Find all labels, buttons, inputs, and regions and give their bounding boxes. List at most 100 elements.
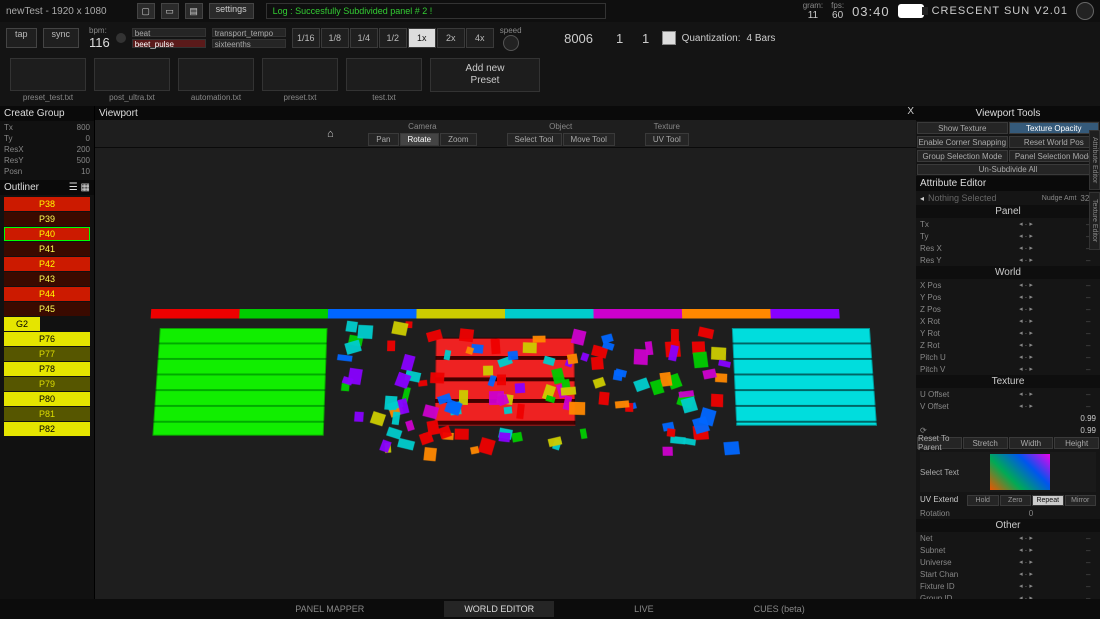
ae-attr-control[interactable]: ◂·▸ [966,534,1086,543]
outliner-item-P45[interactable]: P45 [4,302,90,316]
cg-value[interactable]: 0 [86,134,90,145]
ae-attr-control[interactable]: ◂·▸ [966,546,1086,555]
quantize-value[interactable]: 4 Bars [747,33,776,44]
preset-slot[interactable] [346,58,422,91]
outliner-item-P79[interactable]: P79 [4,377,90,391]
uv-mirror[interactable]: Mirror [1065,495,1097,506]
file-new-icon[interactable]: ▢ [137,3,155,19]
home-icon[interactable]: ⌂ [322,126,338,142]
uv-hold[interactable]: Hold [967,495,999,506]
cg-value[interactable]: 10 [81,167,90,178]
file-open-icon[interactable]: ▭ [161,3,179,19]
rate-4x[interactable]: 4x [466,28,494,48]
bottom-tab-world-editor[interactable]: WORLD EDITOR [444,601,554,617]
cg-value[interactable]: 200 [77,145,90,156]
ae-attr-control[interactable]: ◂·▸ [966,365,1086,374]
ae-attr-control[interactable]: ◂·▸ [966,558,1086,567]
ae-btn-width[interactable]: Width [1009,437,1054,449]
ae-btn-height[interactable]: Height [1054,437,1099,449]
uv-zero[interactable]: Zero [1000,495,1032,506]
ae-attr-control[interactable]: ◂·▸ [966,232,1086,241]
ae-attr-control[interactable]: ◂·▸ [966,582,1086,591]
vptool-group-selection-mode[interactable]: Group Selection Mode [917,150,1008,162]
outliner-item-P80[interactable]: P80 [4,392,90,406]
cg-value[interactable]: 800 [77,123,90,134]
ae-attr-control[interactable]: ◂·▸ [966,341,1086,350]
vp-tool-select-tool[interactable]: Select Tool [507,133,562,146]
outliner-item-P76[interactable]: P76 [4,332,90,346]
ae-attr-control[interactable]: ◂·▸ [966,329,1086,338]
beat-select[interactable]: beat beet_pulse [132,28,206,48]
rate-1/2[interactable]: 1/2 [379,28,407,48]
vptool-enable-corner-snapping[interactable]: Enable Corner Snapping [917,136,1008,148]
outliner-item-P42[interactable]: P42 [4,257,90,271]
ae-attr-control[interactable]: ◂·▸ [966,293,1086,302]
outliner-item-P38[interactable]: P38 [4,197,90,211]
vp-tool-pan[interactable]: Pan [368,133,398,146]
outliner-item-P77[interactable]: P77 [4,347,90,361]
vp-tool-uv-tool[interactable]: UV Tool [645,133,689,146]
vptool-show-texture[interactable]: Show Texture [917,122,1008,134]
unsubdivide-button[interactable]: Un-Subdivide All [917,164,1099,175]
ae-btn-reset-to-parent[interactable]: Reset To Parent [917,437,962,449]
viewport-close-icon[interactable]: X [907,106,914,117]
ae-prev-icon[interactable]: ◂ [920,194,924,203]
outliner-item-G2[interactable]: G2 [4,317,40,331]
outliner-item-P78[interactable]: P78 [4,362,90,376]
outliner-item-P82[interactable]: P82 [4,422,90,436]
texture-preview[interactable] [990,454,1050,490]
vptool-panel-selection-mode[interactable]: Panel Selection Mode [1009,150,1100,162]
outliner-opts-icon[interactable]: ☰ ▦ [69,182,90,193]
outliner-item-P44[interactable]: P44 [4,287,90,301]
rate-1/4[interactable]: 1/4 [350,28,378,48]
ae-attr-control[interactable]: ◂·▸ [966,390,1086,399]
uv-repeat[interactable]: Repeat [1032,495,1064,506]
quantize-checkbox[interactable] [662,31,676,45]
add-preset-button[interactable]: Add newPreset [430,58,540,92]
sync-button[interactable]: sync [43,28,80,48]
viewport-canvas[interactable] [95,148,916,599]
preset-slot[interactable] [94,58,170,91]
speed-dial[interactable] [503,35,519,51]
vp-tool-move-tool[interactable]: Move Tool [563,133,615,146]
ae-attr-control[interactable]: ◂·▸ [966,570,1086,579]
preset-slot[interactable] [10,58,86,91]
ae-btn-stretch[interactable]: Stretch [963,437,1008,449]
bottom-tab-cues--beta-[interactable]: CUES (beta) [734,601,825,617]
rate-1/8[interactable]: 1/8 [321,28,349,48]
power-icon[interactable] [898,4,924,18]
vp-tool-zoom[interactable]: Zoom [440,133,476,146]
rate-1/16[interactable]: 1/16 [292,28,320,48]
side-tab-texture[interactable]: Texture Editor [1089,192,1100,249]
vp-tool-rotate[interactable]: Rotate [400,133,440,146]
tap-button[interactable]: tap [6,28,37,48]
ae-attr-control[interactable]: ◂·▸ [966,256,1086,265]
bottom-tab-panel-mapper[interactable]: PANEL MAPPER [275,601,384,617]
rate-2x[interactable]: 2x [437,28,465,48]
outliner-item-P39[interactable]: P39 [4,212,90,226]
ae-attr-control[interactable]: ◂·▸ [966,244,1086,253]
tempo-select[interactable]: transport_tempo sixteenths [212,28,286,48]
settings-button[interactable]: settings [209,3,254,19]
ae-attr-control[interactable]: ◂·▸ [966,281,1086,290]
bottom-tab-live[interactable]: LIVE [614,601,674,617]
rotation-value[interactable]: 0 [966,509,1096,518]
side-tab-attribute[interactable]: Attribute Editor [1089,130,1100,190]
preset-slot[interactable] [178,58,254,91]
vptool-reset-world-pos[interactable]: Reset World Pos [1009,136,1100,148]
outliner-item-P40[interactable]: P40 [4,227,90,241]
file-save-icon[interactable]: ▤ [185,3,203,19]
master-dial[interactable] [1076,2,1094,20]
outliner-item-P81[interactable]: P81 [4,407,90,421]
cg-value[interactable]: 500 [77,156,90,167]
ae-attr-control[interactable]: ◂·▸ [966,220,1086,229]
vptool-texture-opacity[interactable]: Texture Opacity [1009,122,1100,134]
rate-1x[interactable]: 1x [408,28,436,48]
preset-slot[interactable] [262,58,338,91]
outliner-item-P43[interactable]: P43 [4,272,90,286]
outliner-item-P41[interactable]: P41 [4,242,90,256]
ae-attr-control[interactable]: ◂·▸ [966,305,1086,314]
ae-attr-control[interactable]: ◂·▸ [966,353,1086,362]
ae-attr-control[interactable]: ◂·▸ [966,402,1086,411]
select-texture-button[interactable]: Select Text [920,468,970,477]
